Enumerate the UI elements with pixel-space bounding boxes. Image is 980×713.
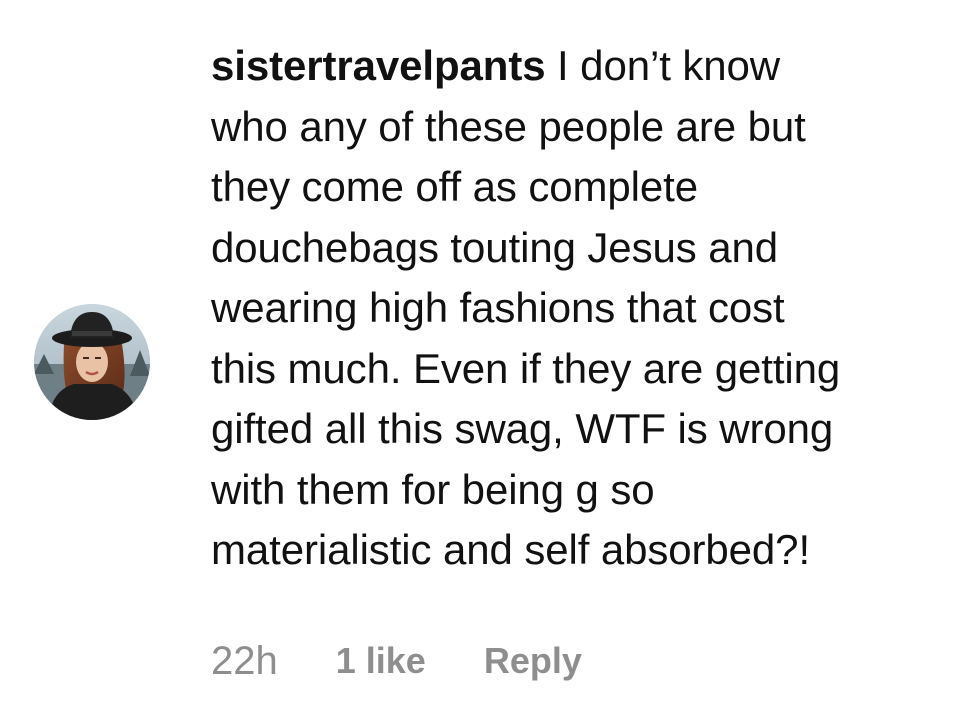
comment-line: wearing high fashions that cost [211, 284, 785, 331]
avatar[interactable] [34, 304, 150, 420]
comment-text: sistertravelpants I don’t know who any o… [211, 36, 971, 581]
comment-line: gifted all this swag, WTF is wrong [211, 405, 834, 452]
comment-line: sistertravelpants I don’t know [211, 36, 971, 97]
comment-timestamp[interactable]: 22h [211, 639, 278, 684]
comment-line: this much. Even if they are getting [211, 344, 841, 392]
comment: sistertravelpants I don’t know who any o… [0, 0, 980, 713]
comment-line: materialistic and self absorbed?! [211, 526, 811, 573]
comment-line: who any of these people are but [211, 102, 806, 150]
comment-username[interactable]: sistertravelpants [211, 42, 546, 89]
comment-line: douchebags touting Jesus and [211, 223, 778, 271]
comment-likes-count[interactable]: 1 like [336, 640, 426, 682]
comment-meta: 22h 1 like Reply [211, 636, 582, 686]
user-avatar-photo-icon [34, 304, 150, 420]
comment-text-segment: I don’t know [557, 42, 780, 89]
comment-line: with them for being g so [211, 465, 655, 513]
comment-line: they come off as complete [211, 163, 698, 210]
reply-button[interactable]: Reply [484, 640, 582, 682]
